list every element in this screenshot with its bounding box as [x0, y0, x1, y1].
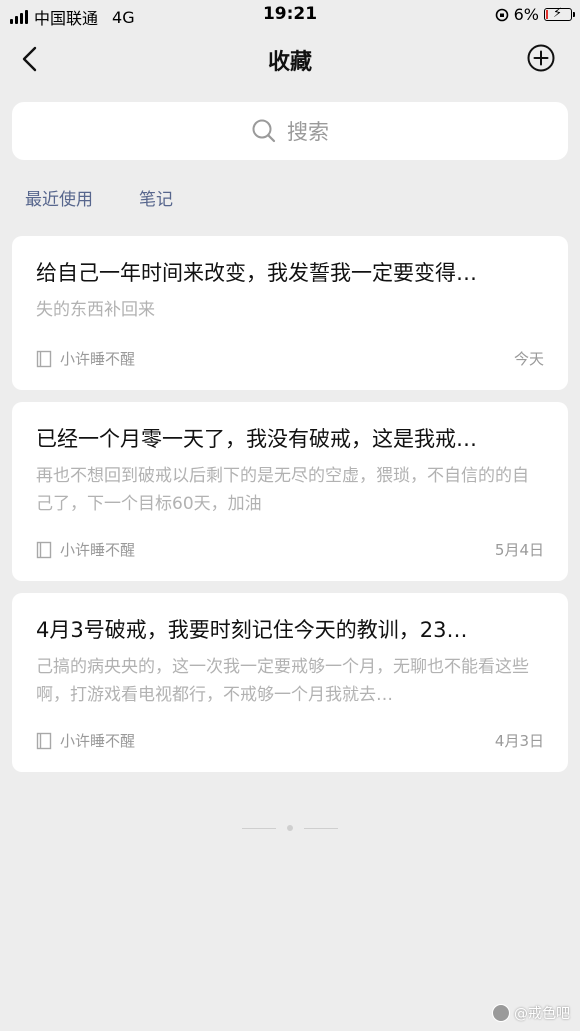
- favorite-item[interactable]: 给自己一年时间来改变，我发誓我一定要变得… 失的东西补回来 小许睡不醒 今天: [12, 236, 568, 390]
- watermark-text: @戒色吧: [514, 1006, 570, 1022]
- author-name: 小许睡不醒: [60, 350, 136, 368]
- item-title: 给自己一年时间来改变，我发誓我一定要变得…: [36, 261, 477, 285]
- item-footer: 小许睡不醒 5月4日: [36, 539, 544, 561]
- plus-circle-icon[interactable]: [526, 43, 556, 73]
- note-icon: [36, 732, 52, 749]
- page-title: 收藏: [267, 50, 312, 75]
- filter-notes[interactable]: 笔记: [139, 185, 173, 210]
- note-icon: [36, 541, 52, 558]
- search-placeholder: 搜索: [287, 120, 329, 144]
- watermark: @戒色吧: [492, 1003, 570, 1023]
- item-date: 4月3日: [494, 732, 544, 750]
- item-author: 小许睡不醒: [36, 730, 135, 751]
- item-date: 今天: [513, 350, 544, 368]
- filter-tabs: 最近使用 笔记: [25, 185, 173, 210]
- status-right: 6% ⚡: [495, 5, 575, 24]
- nav-bar: 收藏: [0, 30, 580, 88]
- battery-icon: ⚡: [544, 6, 575, 21]
- note-icon: [36, 350, 52, 367]
- battery-percent: 6%: [513, 5, 539, 24]
- orientation-lock-icon: [495, 8, 508, 21]
- end-of-list-indicator: [242, 823, 338, 833]
- author-name: 小许睡不醒: [60, 732, 136, 750]
- item-title: 4月3号破戒，我要时刻记住今天的教训，23…: [36, 618, 468, 642]
- search-bar[interactable]: 搜索: [12, 102, 568, 160]
- item-title: 已经一个月零一天了，我没有破戒，这是我戒…: [36, 427, 477, 451]
- item-footer: 小许睡不醒 今天: [36, 348, 544, 370]
- favorite-item[interactable]: 已经一个月零一天了，我没有破戒，这是我戒… 再也不想回到破戒以后剩下的是无尽的空…: [12, 402, 568, 581]
- clock: 19:21: [262, 4, 318, 24]
- item-date: 5月4日: [494, 541, 544, 559]
- author-name: 小许睡不醒: [60, 541, 136, 559]
- item-body: 失的东西补回来: [36, 300, 155, 320]
- item-body: 再也不想回到破戒以后剩下的是无尽的空虚，猥琐，不自信的的自己了，下一个目标60天…: [36, 466, 529, 514]
- filter-recent[interactable]: 最近使用: [25, 185, 93, 210]
- status-bar: 中国联通 4G 19:21 6% ⚡: [0, 0, 580, 30]
- item-author: 小许睡不醒: [36, 539, 135, 560]
- item-footer: 小许睡不醒 4月3日: [36, 730, 544, 752]
- item-body: 己搞的病央央的，这一次我一定要戒够一个月，无聊也不能看这些啊，打游戏看电视都行，…: [36, 657, 529, 705]
- item-author: 小许睡不醒: [36, 348, 135, 369]
- watermark-logo-icon: [492, 1004, 510, 1022]
- favorite-item[interactable]: 4月3号破戒，我要时刻记住今天的教训，23… 己搞的病央央的，这一次我一定要戒够…: [12, 593, 568, 772]
- search-icon: [252, 119, 276, 143]
